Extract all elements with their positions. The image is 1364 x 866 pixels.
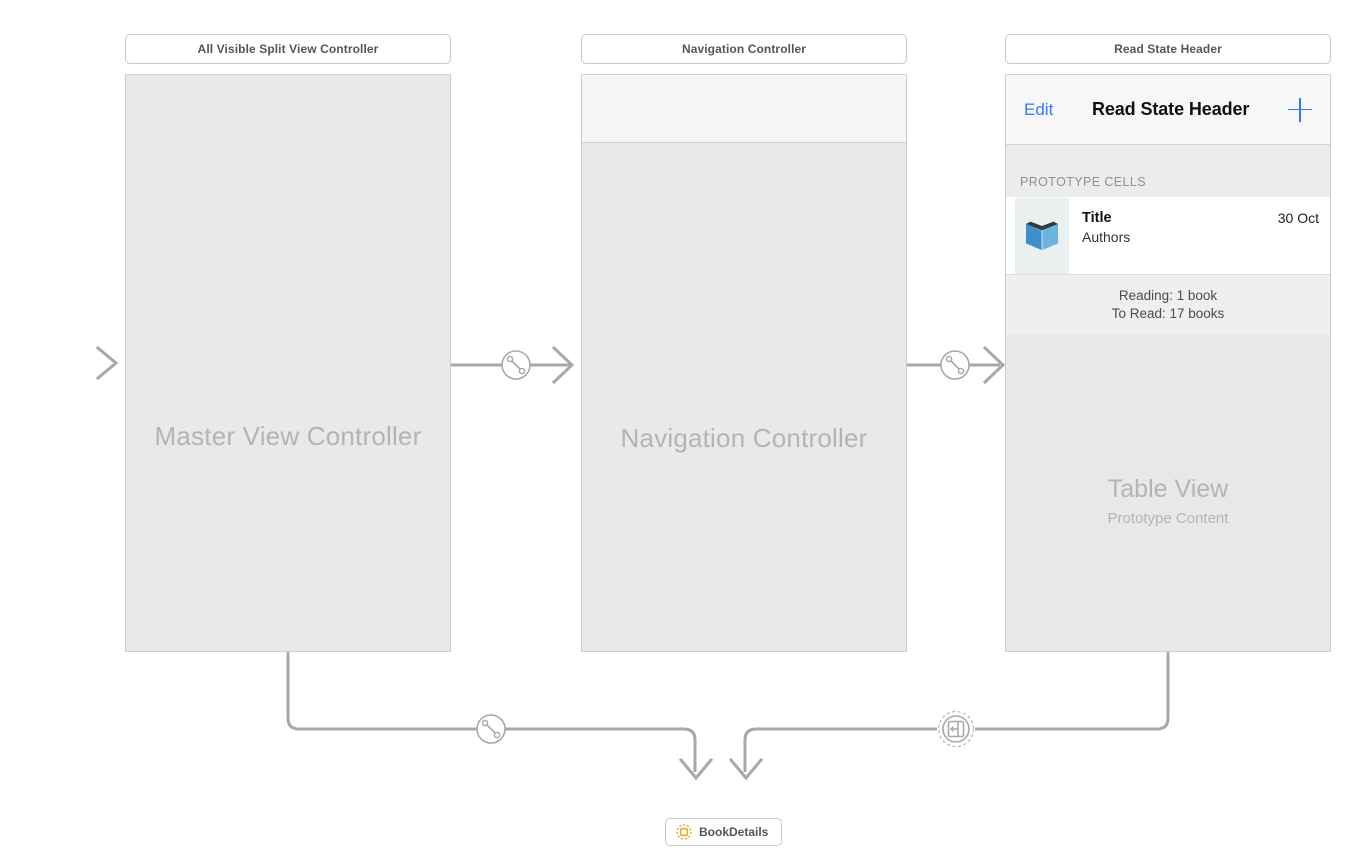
relationship-segue-icon[interactable] (476, 714, 506, 744)
navigation-bar-title: Read State Header (1091, 99, 1250, 119)
footer-reading-count: Reading: 1 book (1118, 288, 1218, 303)
navigation-bar-placeholder (582, 75, 906, 143)
segue-table-to-bookdetails[interactable] (728, 652, 1170, 781)
edit-button[interactable]: Edit (1024, 100, 1053, 120)
relationship-segue-icon[interactable] (501, 350, 531, 380)
prototype-cells-section-header: PROTOTYPE CELLS (1006, 145, 1330, 197)
ios-navigation-bar: Edit Read State Header (1006, 75, 1330, 145)
scene-title-label: Navigation Controller (681, 42, 807, 56)
cell-date-label: 30 Oct (1277, 210, 1319, 226)
prototype-table-cell[interactable]: Title Authors 30 Oct (1006, 197, 1330, 275)
show-detail-segue-icon[interactable] (937, 710, 975, 748)
section-header-label: PROTOTYPE CELLS (1020, 175, 1146, 189)
storyboard-reference-icon (676, 824, 692, 840)
add-icon[interactable] (1288, 97, 1312, 122)
navigation-placeholder-label: Navigation Controller (620, 423, 868, 453)
storyboard-reference-bookdetails[interactable]: BookDetails (665, 818, 783, 846)
scene-navigation-controller[interactable]: Navigation Controller (581, 74, 907, 652)
segue-master-to-navigation[interactable] (451, 345, 575, 385)
scene-title-all-visible-split-view-controller[interactable]: All Visible Split View Controller (125, 34, 451, 64)
cell-text-block: Title Authors (1082, 209, 1278, 263)
relationship-segue-icon[interactable] (940, 350, 970, 380)
cell-thumbnail (1015, 197, 1069, 274)
scene-title-label: All Visible Split View Controller (197, 42, 379, 56)
entry-arrow-icon (0, 345, 119, 381)
scene-title-navigation-controller[interactable]: Navigation Controller (581, 34, 907, 64)
scene-title-read-state-header[interactable]: Read State Header (1005, 34, 1331, 64)
table-view-label: Table View (1107, 475, 1229, 503)
scene-title-label: Read State Header (1114, 42, 1222, 56)
cell-title-label: Title (1082, 209, 1112, 226)
footer-to-read-count: To Read: 17 books (1111, 306, 1225, 321)
storyboard-reference-label: BookDetails (699, 825, 769, 839)
book-icon (1026, 221, 1058, 250)
segue-master-to-bookdetails[interactable] (286, 652, 714, 781)
cell-subtitle-label: Authors (1082, 228, 1131, 245)
storyboard-canvas[interactable]: All Visible Split View Controller Master… (0, 0, 1364, 866)
scene-read-state-header[interactable]: Edit Read State Header PROTOTYPE CELLS T… (1005, 74, 1331, 652)
segue-navigation-to-table[interactable] (907, 345, 1006, 385)
table-view-placeholder: Table View Prototype Content (1006, 473, 1330, 533)
read-state-section-footer: Reading: 1 book To Read: 17 books (1006, 275, 1330, 335)
master-placeholder-label: Master View Controller (154, 421, 422, 451)
scene-master-view-controller[interactable]: Master View Controller (125, 74, 451, 652)
prototype-content-label: Prototype Content (1107, 510, 1229, 527)
